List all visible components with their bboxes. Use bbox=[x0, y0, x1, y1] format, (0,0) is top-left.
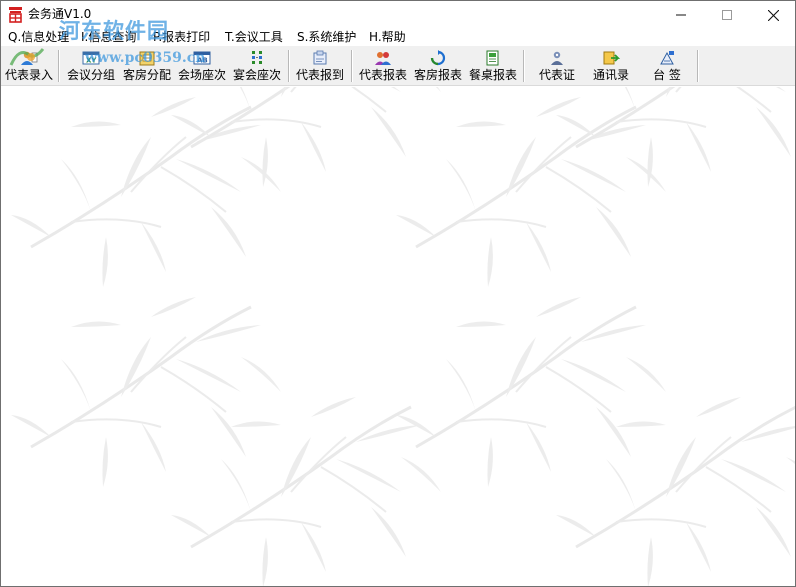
meeting-group-button[interactable]: XY 会议分组 bbox=[65, 48, 117, 84]
delegate-report-icon bbox=[375, 52, 391, 65]
minimize-button[interactable] bbox=[658, 1, 704, 29]
svg-text:AB: AB bbox=[197, 57, 208, 65]
toolbar-label: 代表报到 bbox=[295, 68, 344, 82]
menu-system-maintenance[interactable]: S.系统维护 bbox=[297, 29, 356, 45]
toolbar-label: 会议分组 bbox=[66, 68, 115, 82]
toolbar: 代表录入 XY 会议分组 客房分配 AB 会场座次 宴会座次 代表报到 代表报表… bbox=[1, 46, 795, 86]
toolbar-separator bbox=[351, 50, 353, 82]
toolbar-separator bbox=[697, 50, 699, 82]
room-allocation-button[interactable]: 客房分配 bbox=[121, 48, 173, 84]
venue-seating-button[interactable]: AB 会场座次 bbox=[176, 48, 228, 84]
app-window: 会务通V1.0 Q.信息处理 I.信息查询 P.报表打印 T.会议工具 S.系统… bbox=[0, 0, 796, 587]
toolbar-separator bbox=[58, 50, 60, 82]
banquet-seating-button[interactable]: 宴会座次 bbox=[231, 48, 283, 84]
title-bar[interactable]: 会务通V1.0 bbox=[1, 1, 795, 29]
toolbar-label: 客房分配 bbox=[122, 68, 171, 82]
toolbar-label: 会场座次 bbox=[177, 68, 226, 82]
toolbar-separator bbox=[288, 50, 290, 82]
toolbar-label: 餐桌报表 bbox=[468, 68, 517, 82]
toolbar-label: 台 签 bbox=[653, 68, 681, 82]
address-book-icon bbox=[603, 51, 620, 65]
close-icon bbox=[767, 9, 779, 21]
user-entry-icon bbox=[21, 51, 38, 65]
menu-report-print[interactable]: P.报表打印 bbox=[153, 29, 210, 45]
toolbar-label: 客房报表 bbox=[413, 68, 462, 82]
delegate-entry-button[interactable]: 代表录入 bbox=[4, 48, 54, 84]
toolbar-label: 代表录入 bbox=[4, 68, 53, 82]
check-in-icon bbox=[313, 50, 327, 65]
window-title: 会务通V1.0 bbox=[28, 7, 92, 21]
banquet-seating-icon bbox=[252, 51, 262, 64]
meeting-group-icon: XY bbox=[82, 51, 100, 65]
delegate-report-button[interactable]: 代表报表 bbox=[357, 48, 409, 84]
table-report-icon bbox=[486, 50, 499, 66]
bamboo-background-pattern bbox=[9, 87, 795, 586]
address-book-button[interactable]: 通讯录 bbox=[585, 48, 637, 84]
toolbar-label: 代表报表 bbox=[358, 68, 407, 82]
menu-info-processing[interactable]: Q.信息处理 bbox=[8, 29, 69, 45]
table-card-icon bbox=[660, 51, 674, 65]
maximize-button[interactable] bbox=[704, 1, 750, 29]
badge-icon bbox=[551, 51, 563, 65]
toolbar-label: 代表证 bbox=[538, 68, 575, 82]
room-report-button[interactable]: 客房报表 bbox=[412, 48, 464, 84]
menu-info-query[interactable]: I.信息查询 bbox=[81, 29, 136, 45]
menu-help[interactable]: H.帮助 bbox=[369, 29, 406, 45]
close-button[interactable] bbox=[750, 1, 796, 29]
room-allocation-icon bbox=[139, 51, 155, 66]
venue-seating-icon: AB bbox=[193, 51, 211, 65]
table-card-button[interactable]: 台 签 bbox=[641, 48, 693, 84]
room-report-icon bbox=[430, 50, 446, 66]
toolbar-label: 通讯录 bbox=[592, 68, 629, 82]
toolbar-label: 宴会座次 bbox=[232, 68, 281, 82]
minimize-icon bbox=[676, 14, 686, 16]
maximize-icon bbox=[722, 10, 732, 20]
app-logo-icon bbox=[9, 7, 22, 23]
menu-bar: Q.信息处理 I.信息查询 P.报表打印 T.会议工具 S.系统维护 H.帮助 bbox=[1, 28, 795, 46]
delegate-checkin-button[interactable]: 代表报到 bbox=[294, 48, 346, 84]
svg-text:XY: XY bbox=[86, 57, 97, 65]
table-report-button[interactable]: 餐桌报表 bbox=[467, 48, 519, 84]
toolbar-separator bbox=[523, 50, 525, 82]
delegate-badge-button[interactable]: 代表证 bbox=[531, 48, 583, 84]
menu-meeting-tools[interactable]: T.会议工具 bbox=[225, 29, 283, 45]
main-client-area bbox=[1, 87, 795, 586]
